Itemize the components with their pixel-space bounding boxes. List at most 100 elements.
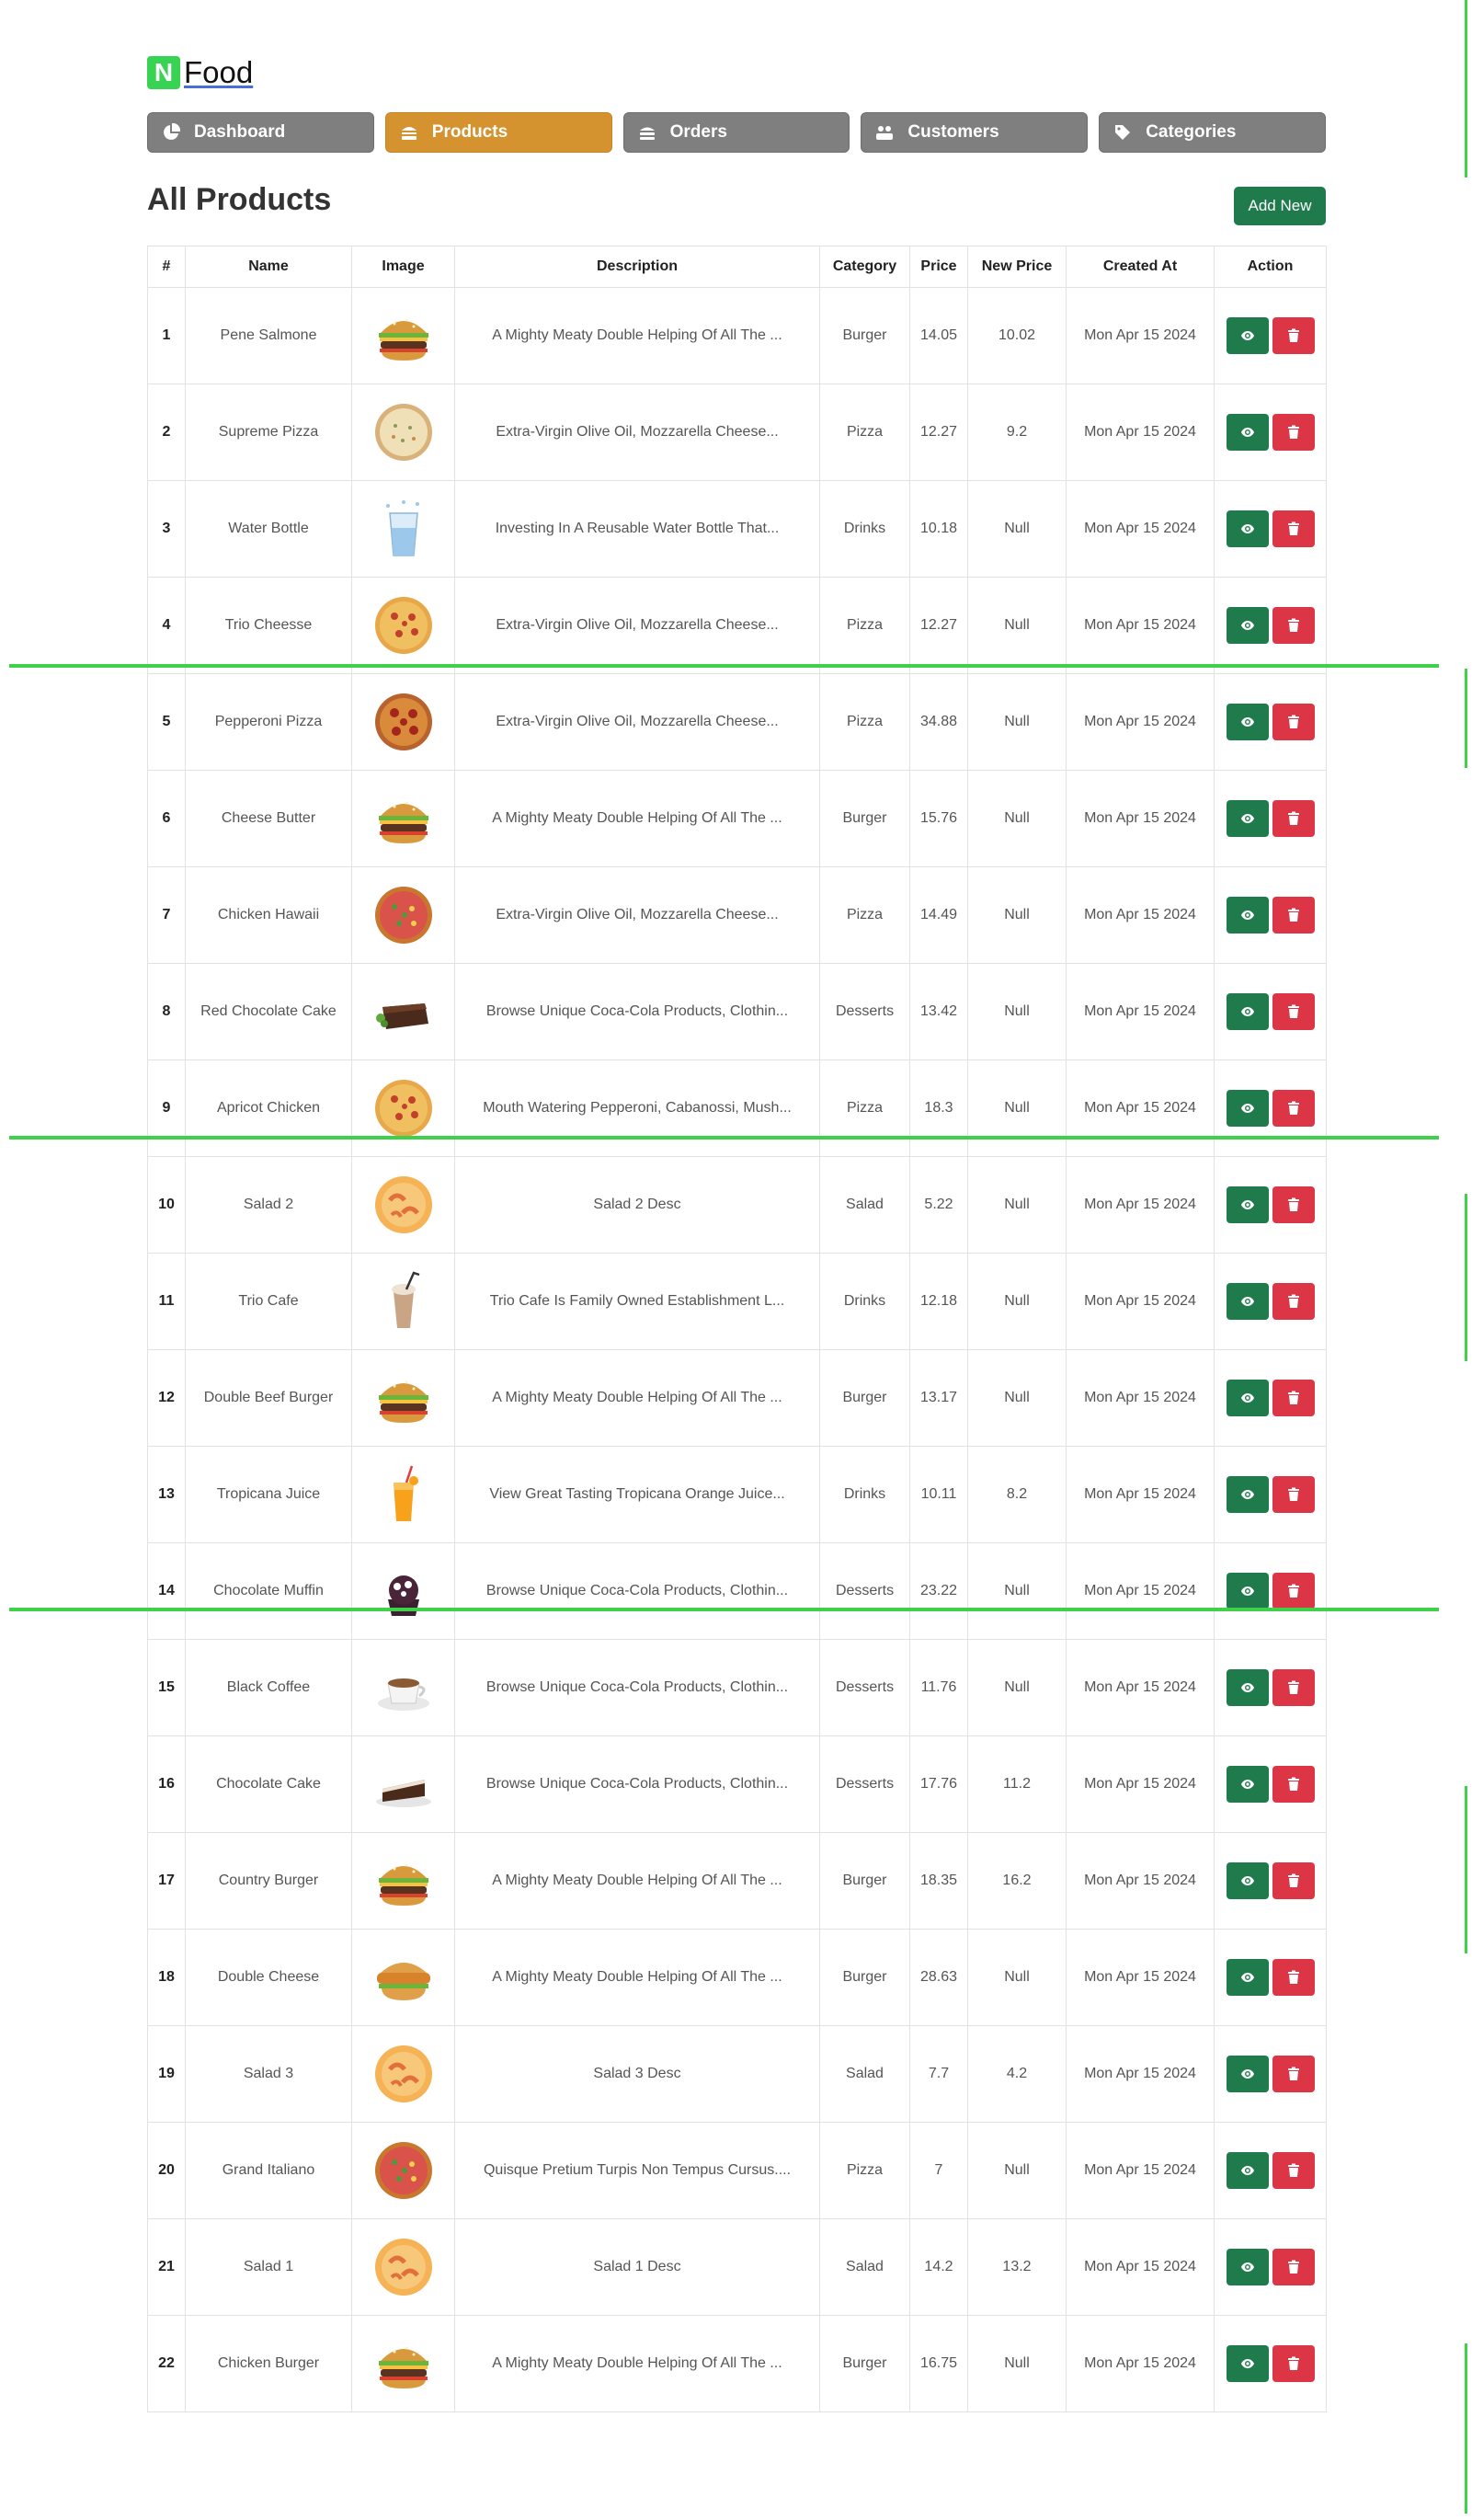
product-price: 16.75 — [909, 2315, 968, 2412]
product-category: Desserts — [819, 1542, 910, 1640]
view-button[interactable] — [1226, 2152, 1269, 2189]
view-button[interactable] — [1226, 1573, 1269, 1609]
row-number: 20 — [147, 2122, 186, 2219]
trash-icon — [1286, 1294, 1301, 1309]
product-new-price: 10.02 — [967, 287, 1067, 384]
eye-icon — [1240, 1391, 1255, 1405]
view-button[interactable] — [1226, 510, 1269, 547]
product-description: Extra-Virgin Olive Oil, Mozzarella Chees… — [454, 866, 820, 964]
delete-button[interactable] — [1272, 414, 1315, 451]
product-thumbnail — [371, 1945, 436, 2010]
delete-button[interactable] — [1272, 317, 1315, 354]
product-image — [351, 2218, 455, 2316]
product-name: Salad 1 — [185, 2218, 352, 2316]
product-image — [351, 1446, 455, 1543]
nav-item-orders[interactable]: Orders — [622, 112, 850, 153]
product-thumbnail — [371, 1173, 436, 1237]
product-description: A Mighty Meaty Double Helping Of All The… — [454, 2315, 820, 2412]
view-button[interactable] — [1226, 2056, 1269, 2092]
row-actions — [1214, 1639, 1327, 1736]
product-image — [351, 1639, 455, 1736]
row-actions — [1214, 1253, 1327, 1350]
table-row: 11 Trio Cafe Trio Cafe Is Family Owned Est… — [147, 1253, 1327, 1350]
delete-button[interactable] — [1272, 607, 1315, 644]
product-price: 7.7 — [909, 2025, 968, 2123]
delete-button[interactable] — [1272, 1573, 1315, 1609]
delete-button[interactable] — [1272, 1766, 1315, 1803]
table-row: 17 Country Burger A Mighty Meaty Double He… — [147, 1832, 1327, 1930]
delete-button[interactable] — [1272, 993, 1315, 1030]
view-button[interactable] — [1226, 1186, 1269, 1223]
product-category: Drinks — [819, 1253, 910, 1350]
product-category: Desserts — [819, 963, 910, 1060]
view-button[interactable] — [1226, 1090, 1269, 1127]
delete-button[interactable] — [1272, 1380, 1315, 1416]
view-button[interactable] — [1226, 1476, 1269, 1513]
product-thumbnail — [371, 1655, 436, 1720]
delete-button[interactable] — [1272, 800, 1315, 837]
product-category: Burger — [819, 1929, 910, 2026]
delete-button[interactable] — [1272, 1669, 1315, 1706]
table-row: 1 Pene Salmone A Mighty Meaty Double Helpi… — [147, 287, 1327, 384]
product-created-at: Mon Apr 15 2024 — [1066, 1542, 1215, 1640]
brand-logo[interactable]: N Food — [147, 55, 253, 90]
product-name: Cheese Butter — [185, 770, 352, 867]
view-button[interactable] — [1226, 414, 1269, 451]
delete-button[interactable] — [1272, 1186, 1315, 1223]
product-created-at: Mon Apr 15 2024 — [1066, 2122, 1215, 2219]
product-thumbnail — [371, 1752, 436, 1816]
view-button[interactable] — [1226, 317, 1269, 354]
product-name: Red Chocolate Cake — [185, 963, 352, 1060]
nav-item-products[interactable]: Products — [384, 112, 612, 153]
product-new-price: Null — [967, 673, 1067, 771]
delete-button[interactable] — [1272, 1090, 1315, 1127]
view-button[interactable] — [1226, 1766, 1269, 1803]
product-description: A Mighty Meaty Double Helping Of All The… — [454, 287, 820, 384]
view-button[interactable] — [1226, 1862, 1269, 1899]
product-image — [351, 673, 455, 771]
delete-button[interactable] — [1272, 2249, 1315, 2285]
product-description: Extra-Virgin Olive Oil, Mozzarella Chees… — [454, 577, 820, 674]
view-button[interactable] — [1226, 800, 1269, 837]
view-button[interactable] — [1226, 993, 1269, 1030]
row-actions — [1214, 480, 1327, 578]
nav-item-customers[interactable]: Customers — [861, 112, 1089, 153]
view-button[interactable] — [1226, 704, 1269, 740]
view-button[interactable] — [1226, 1380, 1269, 1416]
view-button[interactable] — [1226, 2345, 1269, 2382]
row-number: 10 — [147, 1156, 186, 1254]
delete-button[interactable] — [1272, 1959, 1315, 1996]
logo-text[interactable]: Food — [184, 55, 253, 90]
delete-button[interactable] — [1272, 1862, 1315, 1899]
delete-button[interactable] — [1272, 704, 1315, 740]
delete-button[interactable] — [1272, 2152, 1315, 2189]
eye-icon — [1240, 618, 1255, 633]
product-new-price: 13.2 — [967, 2218, 1067, 2316]
delete-button[interactable] — [1272, 1283, 1315, 1320]
view-button[interactable] — [1226, 1669, 1269, 1706]
nav-item-categories[interactable]: Categories — [1099, 112, 1326, 153]
delete-button[interactable] — [1272, 2056, 1315, 2092]
product-image — [351, 2315, 455, 2412]
view-button[interactable] — [1226, 607, 1269, 644]
product-name: Tropicana Juice — [185, 1446, 352, 1543]
product-price: 18.3 — [909, 1060, 968, 1157]
product-created-at: Mon Apr 15 2024 — [1066, 577, 1215, 674]
delete-button[interactable] — [1272, 897, 1315, 934]
view-button[interactable] — [1226, 1283, 1269, 1320]
delete-button[interactable] — [1272, 1476, 1315, 1513]
add-new-button[interactable]: Add New — [1234, 187, 1326, 225]
table-header-row: # Name Image Description Category Price New Pr… — [147, 246, 1327, 288]
product-category: Pizza — [819, 673, 910, 771]
nav-item-dashboard[interactable]: Dashboard — [147, 112, 374, 153]
view-button[interactable] — [1226, 2249, 1269, 2285]
view-button[interactable] — [1226, 897, 1269, 934]
view-button[interactable] — [1226, 1959, 1269, 1996]
eye-icon — [1240, 1197, 1255, 1212]
row-number: 3 — [147, 480, 186, 578]
delete-button[interactable] — [1272, 2345, 1315, 2382]
product-description: A Mighty Meaty Double Helping Of All The… — [454, 1929, 820, 2026]
row-number: 12 — [147, 1349, 186, 1447]
delete-button[interactable] — [1272, 510, 1315, 547]
table-row: 14 Chocolate Muffin Browse Unique Coca-Col… — [147, 1542, 1327, 1640]
